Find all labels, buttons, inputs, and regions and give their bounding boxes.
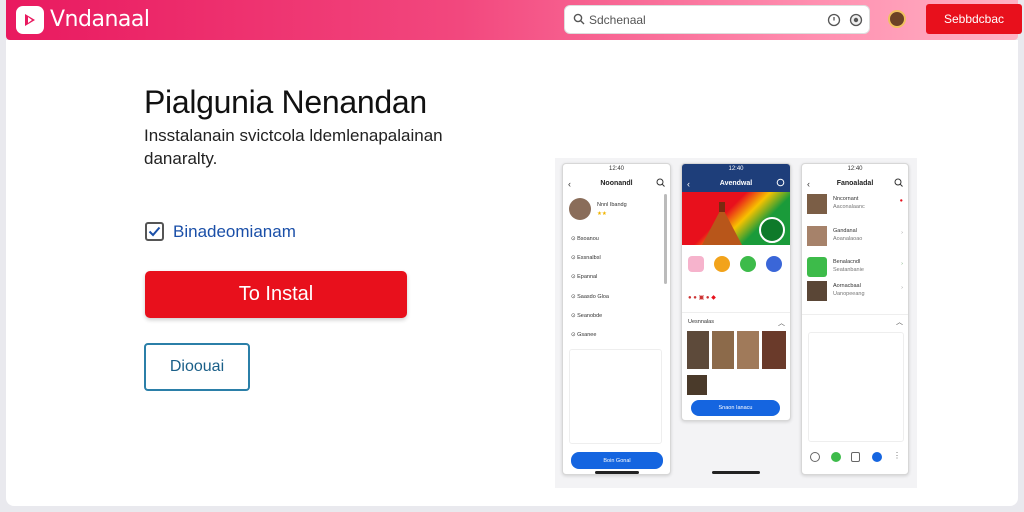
divider	[802, 314, 908, 315]
chevron-right-icon: ›	[901, 261, 903, 267]
section-title: Uesnnalas	[688, 319, 714, 325]
list-item-title: Aornacbaal	[833, 283, 861, 289]
list-item[interactable]: Benalacndl Seatanbanie ›	[807, 257, 905, 279]
brand-name[interactable]: Vndanaal	[50, 7, 150, 32]
user-avatar[interactable]	[888, 10, 906, 28]
home-indicator	[712, 471, 760, 474]
gallery-icon[interactable]	[688, 256, 704, 272]
screen-title: Fanoaladal	[836, 180, 874, 187]
badge-row: ● ● ▣ ● ◆	[688, 295, 716, 301]
list-item-title: Gandanal	[833, 228, 857, 234]
more-icon[interactable]: ⋮	[893, 451, 901, 460]
list-item[interactable]: Aornacbaal Uanopeeang ›	[807, 281, 905, 303]
search-icon[interactable]	[894, 178, 903, 187]
list-item-subtitle: Uanopeeang	[833, 291, 865, 297]
list-item-title: Benalacndl	[833, 259, 861, 265]
home-indicator	[595, 471, 639, 474]
page-description: Insstalanain svictcola ldemlenapalainan …	[144, 126, 443, 168]
search-icon	[573, 13, 585, 25]
chevron-right-icon: ›	[901, 285, 903, 291]
chevron-right-icon: ›	[901, 230, 903, 236]
location-icon[interactable]	[872, 452, 882, 462]
chat-icon[interactable]	[766, 256, 782, 272]
photo-thumb[interactable]	[687, 375, 707, 395]
message-icon[interactable]	[831, 452, 841, 462]
install-button[interactable]: To Instal	[145, 271, 407, 318]
status-dot-icon: ●	[899, 198, 903, 204]
profile-avatar	[569, 198, 591, 220]
thumbnail	[807, 281, 827, 301]
screen-title: Avendwal	[719, 180, 753, 187]
star-icon[interactable]	[714, 256, 730, 272]
divider	[682, 312, 790, 313]
phone-screen-gallery: 12:40 ‹ Avendwal ● ● ▣ ● ◆ Uesnnalas ︿ S…	[681, 163, 791, 421]
checkmark-icon	[148, 226, 161, 237]
landmark-illustration	[702, 202, 785, 245]
phone-screen-menu: 12:40 ‹ Noonandl Nnnl Ibandg ★★ ⊙ Bsoano…	[562, 163, 671, 475]
option-checkbox-label[interactable]: Binadeomianam	[173, 222, 296, 242]
app-logo-icon[interactable]	[16, 6, 44, 34]
option-checkbox[interactable]	[145, 222, 164, 241]
thumbnail	[807, 257, 827, 277]
status-bar: 12:40	[728, 166, 744, 172]
list-item[interactable]: Gandanal Aoanalaoao ›	[807, 226, 905, 248]
photo-thumb[interactable]	[737, 331, 759, 369]
hero-banner	[682, 192, 790, 245]
settings-icon[interactable]	[776, 178, 785, 187]
status-bar: 12:40	[847, 166, 863, 172]
screen-title: Noonandl	[600, 180, 633, 187]
chevron-up-icon[interactable]: ︿	[778, 318, 785, 328]
app-screenshots: 12:40 ‹ Noonandl Nnnl Ibandg ★★ ⊙ Bsoano…	[555, 158, 917, 488]
menu-item[interactable]: ⊙ Saasdo Gloa	[571, 294, 609, 300]
photo-thumb[interactable]	[712, 331, 734, 369]
list-item-title: Nncornant	[833, 196, 859, 202]
phone-screen-list: 12:40 ‹ Fanoaladal Nncornant Aaconalaanc…	[801, 163, 909, 475]
document-icon[interactable]	[851, 452, 860, 462]
menu-item[interactable]: ⊙ Gsanee	[571, 332, 596, 338]
menu-item[interactable]: ⊙ Bsoanou	[571, 236, 599, 242]
search-input[interactable]: Sdchenaal	[589, 13, 646, 27]
phone-action-button[interactable]: Boin Gonal	[571, 452, 663, 469]
download-button[interactable]: Dioouai	[144, 343, 250, 391]
phone-action-button[interactable]: Snaon Ianacu	[691, 400, 780, 416]
top-bar: Vndanaal Sdchenaal Sebbdcbac	[6, 0, 1022, 40]
profile-name: Nnnl Ibandg	[597, 202, 627, 208]
content-panel	[808, 332, 904, 442]
status-bar: 12:40	[608, 166, 624, 172]
menu-scrollbar[interactable]	[664, 194, 667, 284]
content-panel	[569, 349, 662, 444]
search-icon[interactable]	[656, 178, 665, 187]
photo-thumb[interactable]	[762, 331, 786, 369]
thumbnail	[807, 194, 827, 214]
history-icon[interactable]	[810, 452, 820, 462]
menu-item[interactable]: ⊙ Essnalbsl	[571, 255, 601, 261]
clock-icon[interactable]	[827, 13, 841, 27]
menu-item[interactable]: ⊙ Seanobde	[571, 313, 602, 319]
sign-in-button[interactable]: Sebbdcbac	[926, 4, 1022, 34]
list-item-subtitle: Seatanbanie	[833, 267, 864, 273]
rating-stars: ★★	[597, 211, 607, 217]
thumbnail	[807, 226, 827, 246]
list-item[interactable]: Nncornant Aaconalaanc ●	[807, 194, 905, 216]
camera-icon[interactable]	[849, 13, 863, 27]
photo-thumb[interactable]	[687, 331, 709, 369]
chevron-up-icon[interactable]: ︿	[896, 317, 903, 327]
page-title: Pialgunia Nenandan	[144, 84, 427, 120]
list-item-subtitle: Aoanalaoao	[833, 236, 863, 242]
search-bar[interactable]: Sdchenaal	[564, 5, 870, 34]
menu-item[interactable]: ⊙ Epannal	[571, 274, 597, 280]
leaf-icon[interactable]	[740, 256, 756, 272]
list-item-subtitle: Aaconalaanc	[833, 204, 865, 210]
